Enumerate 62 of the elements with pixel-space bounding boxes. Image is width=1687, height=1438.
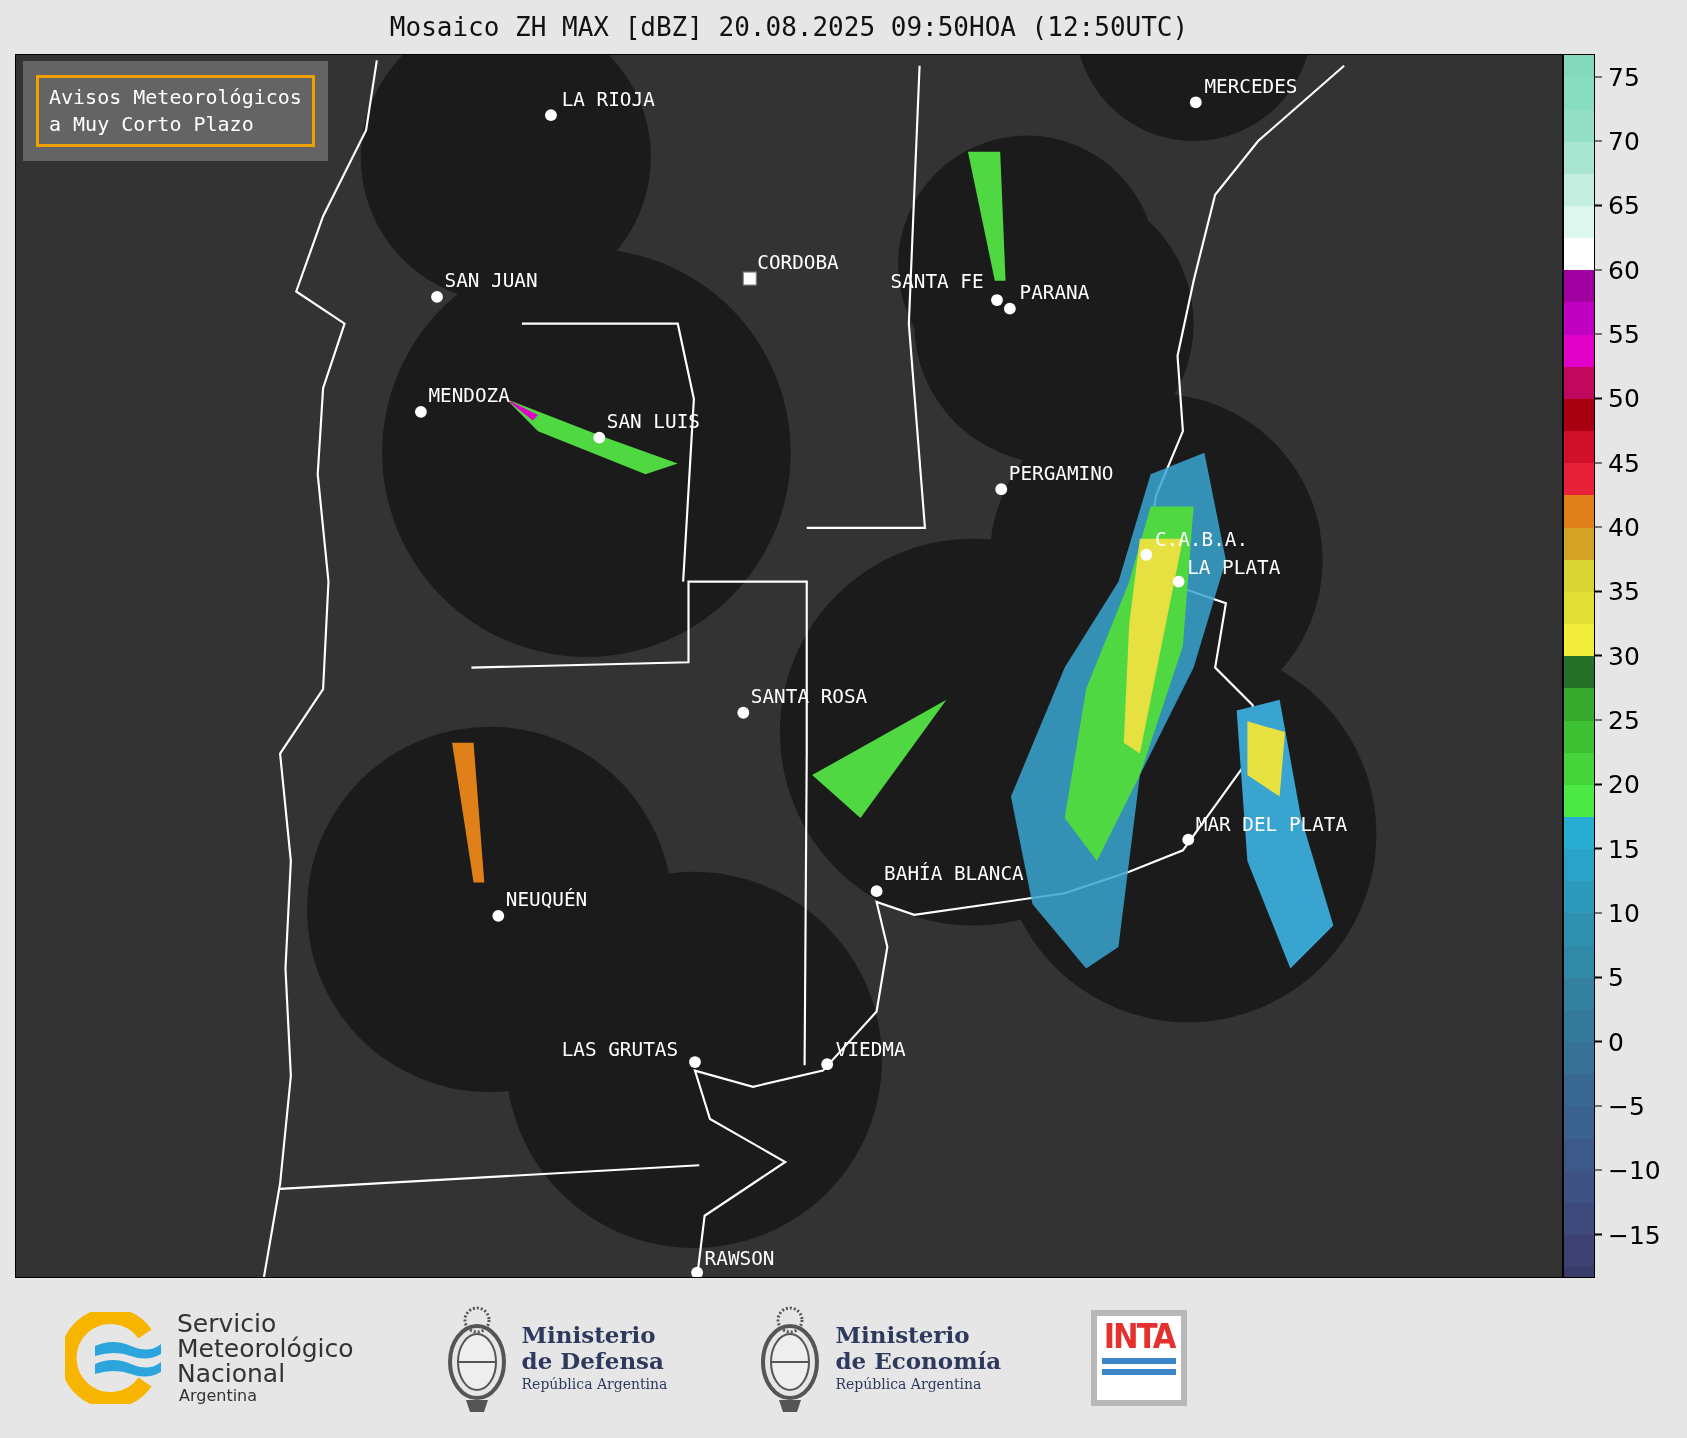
city-label: NEUQUÉN: [505, 888, 588, 912]
stripes-icon: [1102, 1356, 1177, 1378]
logo-text: República Argentina: [835, 1375, 983, 1394]
scale-tick-label: 30: [1608, 641, 1640, 671]
city-marker: [821, 1058, 834, 1071]
city-label: LAS GRUTAS: [561, 1037, 679, 1061]
city-marker: [545, 109, 557, 122]
city-marker: [1172, 575, 1185, 588]
scale-tick-label: −10: [1608, 1155, 1661, 1185]
chart-title: Mosaico ZH MAX [dBZ] 20.08.2025 09:50HOA (12:50UTC): [388, 12, 1190, 42]
scale-tick-label: 55: [1608, 319, 1640, 349]
scale-tick-label: 50: [1608, 383, 1640, 413]
logo-text: de Economía: [835, 1348, 1002, 1374]
city-label: MERCEDES: [1204, 74, 1298, 98]
scale-tick-label: 45: [1608, 448, 1640, 478]
city-marker: [431, 290, 443, 303]
city-marker: [737, 706, 750, 719]
city-label: MENDOZA: [428, 384, 510, 408]
city-label: RAWSON: [704, 1247, 775, 1271]
city-marker: [1140, 548, 1153, 561]
scale-tick-label: 5: [1608, 962, 1624, 992]
city-label: C.A.B.A.: [1154, 528, 1249, 552]
logo-text: Meteorológico: [177, 1335, 354, 1361]
scale-tick-label: 15: [1608, 834, 1640, 864]
scale-tick-label: 10: [1608, 898, 1640, 928]
city-label: PARANA: [1019, 280, 1090, 304]
scale-tick-label: 20: [1608, 769, 1640, 799]
logo-text: República Argentina: [521, 1375, 668, 1394]
logo-text: Argentina: [178, 1385, 259, 1406]
city-marker: [995, 483, 1008, 496]
city-marker: [593, 431, 606, 444]
city-marker: [991, 294, 1003, 306]
scale-tick-label: 40: [1608, 512, 1640, 542]
city-marker: [1189, 96, 1202, 109]
city-marker: [870, 885, 883, 898]
scale-tick-label: 65: [1608, 191, 1640, 220]
city-marker: [492, 909, 505, 922]
logo-text: Ministerio: [521, 1322, 657, 1348]
city-label: CORDOBA: [757, 250, 839, 274]
city-label: BAHÍA BLANCA: [884, 862, 1024, 886]
city-label: LA RIOJA: [561, 87, 655, 111]
logo-text: Servicio: [177, 1310, 277, 1336]
scale-tick-label: −5: [1608, 1091, 1645, 1121]
city-label: SAN JUAN: [444, 269, 538, 293]
city-marker: [415, 405, 427, 418]
logo-text: INTA: [1103, 1316, 1175, 1356]
city-label: LA PLATA: [1187, 556, 1281, 580]
scale-tick-label: 75: [1608, 62, 1640, 92]
scale-tick-label: 60: [1608, 255, 1640, 285]
notice-text: Avisos Meteorológicos a Muy Corto Plazo: [36, 75, 315, 147]
city-marker: [742, 271, 757, 286]
city-marker: [1003, 302, 1016, 315]
logo-text: Ministerio: [835, 1322, 971, 1348]
logo-text: Nacional: [177, 1360, 286, 1386]
scale-tick-label: 25: [1608, 705, 1640, 735]
scale-tick-label: 35: [1608, 576, 1640, 606]
city-label: PERGAMINO: [1008, 461, 1114, 485]
scale-tick-label: −15: [1608, 1220, 1661, 1250]
city-marker: [1182, 833, 1195, 846]
scale-tick-label: 70: [1608, 126, 1640, 156]
scale-tick-label: 0: [1608, 1027, 1624, 1057]
logo-text: de Defensa: [521, 1348, 665, 1374]
